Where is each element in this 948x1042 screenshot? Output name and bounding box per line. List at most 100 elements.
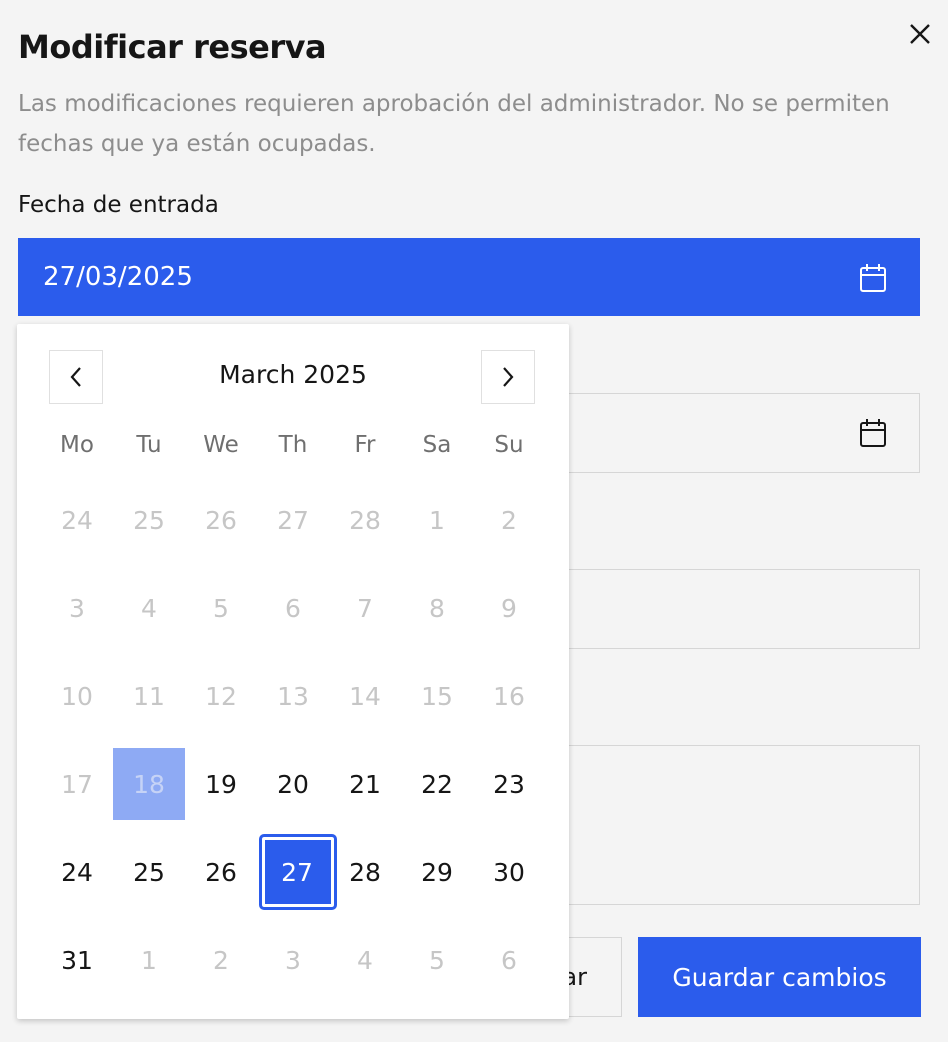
calendar-day-label: 20: [277, 769, 309, 799]
calendar-day[interactable]: 19: [185, 740, 257, 828]
calendar-icon[interactable]: [859, 418, 887, 448]
weekday-label: Sa: [422, 432, 452, 458]
calendar-day-label: 2: [501, 505, 517, 535]
calendar-day-label: 6: [501, 945, 517, 975]
calendar-day-label: 28: [349, 505, 381, 535]
calendar-day-label: 1: [429, 505, 445, 535]
calendar-day-label: 13: [277, 681, 309, 711]
calendar-day[interactable]: 15: [401, 652, 473, 740]
calendar-day-label: 16: [493, 681, 525, 711]
calendar-day[interactable]: 9: [473, 564, 545, 652]
text-field[interactable]: [540, 569, 920, 649]
calendar-day-label: 4: [357, 945, 373, 975]
calendar-day-label: 25: [133, 857, 165, 887]
calendar-day[interactable]: 4: [329, 916, 401, 1004]
calendar-day[interactable]: 11: [113, 652, 185, 740]
calendar-day[interactable]: 21: [329, 740, 401, 828]
calendar-day[interactable]: 14: [329, 652, 401, 740]
calendar-day-label: 3: [285, 945, 301, 975]
calendar-day-label: 26: [205, 857, 237, 887]
calendar-day[interactable]: 25: [113, 476, 185, 564]
calendar-day-label: 23: [493, 769, 525, 799]
checkin-label: Fecha de entrada: [18, 192, 219, 218]
weekday-header: Mo Tu We Th Fr Sa Su: [41, 432, 545, 458]
calendar-day[interactable]: 5: [185, 564, 257, 652]
calendar-day[interactable]: 26: [185, 476, 257, 564]
modal-title: Modificar reserva: [18, 28, 327, 66]
calendar-day[interactable]: 10: [41, 652, 113, 740]
calendar-day[interactable]: 26: [185, 828, 257, 916]
close-button[interactable]: [902, 16, 938, 52]
calendar-day[interactable]: 2: [185, 916, 257, 1004]
calendar-day-selected[interactable]: 27: [257, 828, 337, 916]
calendar-day[interactable]: 29: [401, 828, 473, 916]
calendar-day[interactable]: 16: [473, 652, 545, 740]
calendar-day[interactable]: 1: [113, 916, 185, 1004]
calendar-day[interactable]: 7: [329, 564, 401, 652]
calendar-day[interactable]: 2: [473, 476, 545, 564]
calendar-day-label: 27: [277, 505, 309, 535]
calendar-day[interactable]: 31: [41, 916, 113, 1004]
calendar-day-label: 30: [493, 857, 525, 887]
calendar-icon[interactable]: [859, 263, 887, 293]
calendar-day[interactable]: 27: [257, 476, 329, 564]
calendar-day-label: 9: [501, 593, 517, 623]
weekday-label: Fr: [354, 432, 376, 458]
calendar-day-label: 19: [205, 769, 237, 799]
calendar-day-label: 29: [421, 857, 453, 887]
calendar-day[interactable]: 17: [41, 740, 113, 828]
calendar-day-label: 5: [213, 593, 229, 623]
calendar-day[interactable]: 25: [113, 828, 185, 916]
calendar-day[interactable]: 8: [401, 564, 473, 652]
calendar-day-label: 22: [421, 769, 453, 799]
checkin-date-input[interactable]: 27/03/2025: [18, 238, 920, 316]
calendar-day[interactable]: 20: [257, 740, 329, 828]
calendar-day[interactable]: 28: [329, 476, 401, 564]
calendar-day[interactable]: 4: [113, 564, 185, 652]
calendar-day[interactable]: 12: [185, 652, 257, 740]
calendar-day[interactable]: 3: [41, 564, 113, 652]
next-month-button[interactable]: [481, 350, 535, 404]
calendar-day-label: 24: [61, 505, 93, 535]
textarea-field[interactable]: [540, 745, 920, 905]
calendar-day[interactable]: 6: [257, 564, 329, 652]
calendar-day-label: 28: [349, 857, 381, 887]
calendar-day-label: 14: [349, 681, 381, 711]
calendar-day-label: 10: [61, 681, 93, 711]
calendar-day-label: 25: [133, 505, 165, 535]
calendar-day-label: 12: [205, 681, 237, 711]
weekday-label: Su: [494, 432, 524, 458]
calendar-day[interactable]: 22: [401, 740, 473, 828]
calendar-day-label: 17: [61, 769, 93, 799]
weekday-label: Mo: [60, 432, 94, 458]
calendar-day[interactable]: 6: [473, 916, 545, 1004]
calendar-day[interactable]: 13: [257, 652, 329, 740]
calendar-day-label: 26: [205, 505, 237, 535]
save-changes-button[interactable]: Guardar cambios: [638, 937, 921, 1017]
calendar-day[interactable]: 1: [401, 476, 473, 564]
calendar-day[interactable]: 23: [473, 740, 545, 828]
calendar-day-label: 5: [429, 945, 445, 975]
calendar-grid: 24 25 26 27 28 1 2 3 4 5 6 7 8 9 10 11 12 13 14 15 16 17 18 19 2…: [41, 476, 545, 1004]
calendar-day-label: 27: [281, 857, 313, 887]
calendar-day-today[interactable]: 18: [113, 740, 185, 828]
date-picker-popup: March 2025 Mo Tu We Th Fr Sa Su 24 25 26 27…: [17, 324, 569, 1019]
calendar-day[interactable]: 28: [329, 828, 401, 916]
calendar-day-label: 3: [69, 593, 85, 623]
calendar-day-label: 1: [141, 945, 157, 975]
calendar-day-label: 2: [213, 945, 229, 975]
checkout-date-input[interactable]: [540, 393, 920, 473]
modal-description: Las modificaciones requieren aprobación …: [18, 91, 890, 157]
calendar-day[interactable]: 3: [257, 916, 329, 1004]
calendar-day[interactable]: 30: [473, 828, 545, 916]
calendar-day-label: 18: [133, 769, 165, 799]
calendar-day[interactable]: 24: [41, 828, 113, 916]
weekday-label: Tu: [136, 432, 162, 458]
weekday-label: We: [203, 432, 239, 458]
calendar-day[interactable]: 24: [41, 476, 113, 564]
calendar-day-label: 6: [285, 593, 301, 623]
calendar-day[interactable]: 5: [401, 916, 473, 1004]
calendar-day-label: 8: [429, 593, 445, 623]
calendar-day-label: 7: [357, 593, 373, 623]
calendar-day-label: 31: [61, 945, 93, 975]
